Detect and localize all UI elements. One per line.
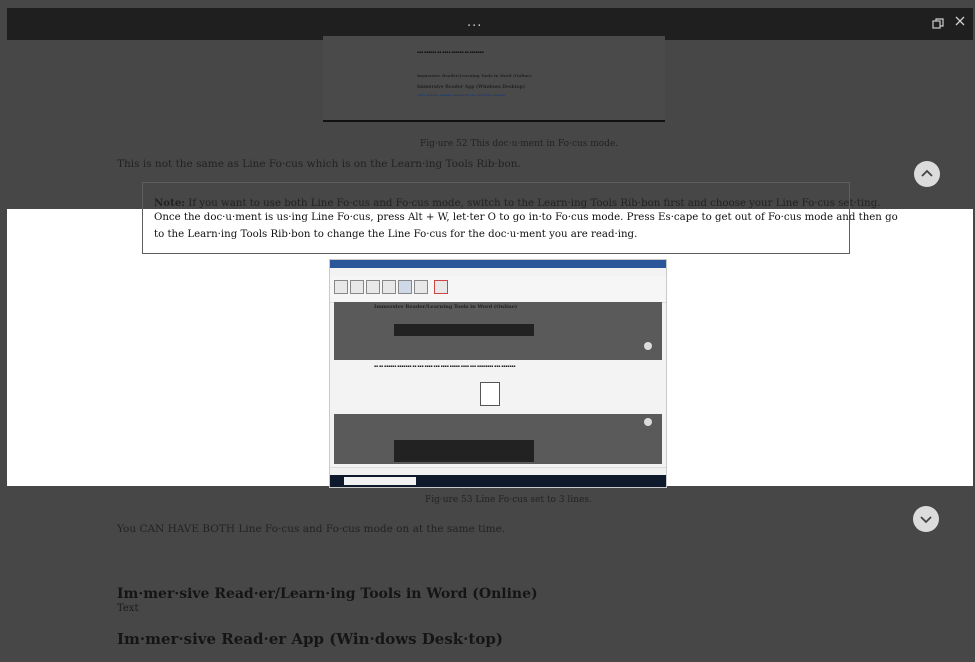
scroll-up-button[interactable] bbox=[914, 161, 940, 187]
chevron-down-icon bbox=[913, 506, 939, 532]
close-icon[interactable] bbox=[953, 14, 967, 30]
figure-53-screenshot: Immersive Reader/Learning Tools in Word … bbox=[329, 259, 667, 488]
embedded-heading-1: Immersive Reader/Learning Tools in Word … bbox=[417, 73, 532, 78]
chevron-up-icon bbox=[914, 161, 940, 187]
restore-icon[interactable] bbox=[931, 16, 945, 30]
figure-52-caption: Fig·ure 52 This doc·u·ment in Fo·cus mod… bbox=[420, 139, 619, 149]
section-heading-online: Im·mer·sive Read·er/Learn·ing Tools in W… bbox=[117, 586, 538, 602]
menu-dots-button[interactable]: ... bbox=[467, 15, 482, 30]
note-line-2: Once the doc·u·ment is us·ing Line Fo·cu… bbox=[154, 212, 898, 223]
note-line-3: to the Learn·ing Tools Rib·bon to change… bbox=[154, 229, 638, 240]
section-heading-desktop: Im·mer·sive Read·er App (Win·dows Desk·t… bbox=[117, 630, 503, 648]
note-line-1-text: If you want to use both Line Fo·cus and … bbox=[185, 198, 881, 209]
paragraph-both-modes: You CAN HAVE BOTH Line Fo·cus and Fo·cus… bbox=[117, 523, 506, 535]
embedded-heading-3: Immersive Reader/Learning Tools in Word … bbox=[374, 304, 518, 310]
figure-52-image: ▪▪▪ ▪▪▪▪▪▪ ▪▪ ▪▪▪▪ ▪▪▪▪▪▪ ▪▪ ▪▪▪▪▪▪▪ Imm… bbox=[323, 36, 665, 122]
note-line-1: Note: If you want to use both Line Fo·cu… bbox=[154, 197, 880, 209]
scroll-down-button[interactable] bbox=[913, 506, 939, 532]
section-body-online: Text bbox=[117, 603, 139, 614]
paragraph-not-same: This is not the same as Line Fo·cus whic… bbox=[117, 158, 521, 170]
figure-53-caption: Fig·ure 53 Line Fo·cus set to 3 lines. bbox=[425, 495, 592, 505]
embedded-heading-2: Immersive Reader App (Windows Desktop) bbox=[417, 85, 525, 90]
note-label: Note: bbox=[154, 197, 186, 209]
focus-mode-window: ... ▪▪▪ ▪▪▪▪▪▪ ▪▪ ▪▪▪▪ ▪▪▪▪▪▪ ▪▪ ▪▪▪▪▪▪▪… bbox=[7, 8, 973, 662]
